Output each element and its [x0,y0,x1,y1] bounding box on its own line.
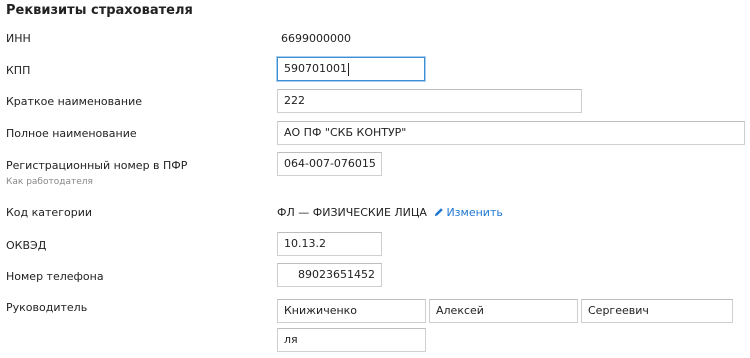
category-value: ФЛ — ФИЗИЧЕСКИЕ ЛИЦА Изменить [277,206,503,219]
inn-value: 6699000000 [281,32,351,45]
phone-field[interactable]: 89023651452 [277,263,382,287]
full-name-field[interactable]: АО ПФ "СКБ КОНТУР" [277,121,745,145]
inn-label: ИНН [6,32,31,45]
manager-middle-name-field[interactable]: Сергеевич [581,299,733,323]
category-separator: — [298,206,310,219]
kpp-label: КПП [6,64,31,77]
pfr-number-label: Регистрационный номер в ПФР [6,159,188,172]
manager-position-field[interactable]: ля [277,328,426,352]
manager-first-name-field[interactable]: Алексей [429,299,578,323]
okved-label: ОКВЭД [6,239,47,252]
change-category-label: Изменить [446,206,503,219]
category-name: ФИЗИЧЕСКИЕ ЛИЦА [312,206,427,219]
section-title: Реквизиты страхователя [6,3,193,18]
kpp-value: 590701001 [284,62,347,75]
change-category-link[interactable]: Изменить [430,206,503,219]
kpp-field[interactable]: 590701001 [277,57,425,81]
okved-field[interactable]: 10.13.2 [277,232,382,256]
pencil-icon [435,208,444,216]
category-code: ФЛ [277,206,295,219]
short-name-label: Краткое наименование [6,95,142,108]
manager-last-name-field[interactable]: Книжиченко [277,299,426,323]
phone-label: Номер телефона [6,270,104,283]
short-name-field[interactable]: 222 [277,89,582,113]
manager-label: Руководитель [6,301,88,314]
pfr-number-field[interactable]: 064-007-076015 [277,152,382,176]
category-label: Код категории [6,206,92,219]
pfr-number-sublabel: Как работодателя [6,177,93,187]
text-caret [348,62,349,76]
full-name-label: Полное наименование [6,127,137,140]
